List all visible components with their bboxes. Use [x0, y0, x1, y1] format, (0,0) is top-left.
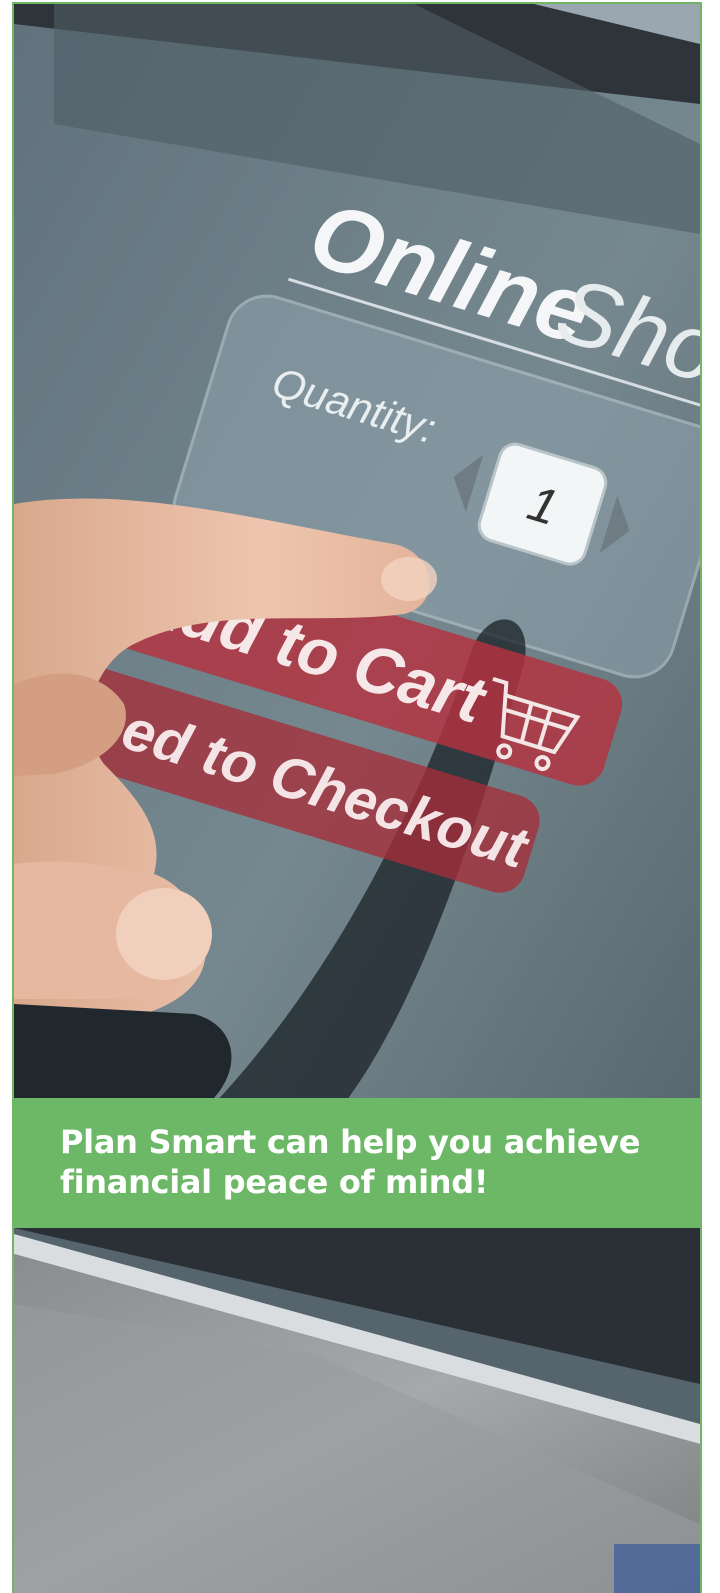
- photo-scene: Online Sho Quantity: 1 Add to Cart ceed …: [14, 4, 700, 1593]
- banner-line-2: financial peace of mind!: [60, 1163, 489, 1201]
- ad-frame: Online Sho Quantity: 1 Add to Cart ceed …: [12, 2, 702, 1593]
- banner-line-1: Plan Smart can help you achieve: [60, 1123, 641, 1161]
- promo-banner: Plan Smart can help you achieve financia…: [14, 1098, 700, 1228]
